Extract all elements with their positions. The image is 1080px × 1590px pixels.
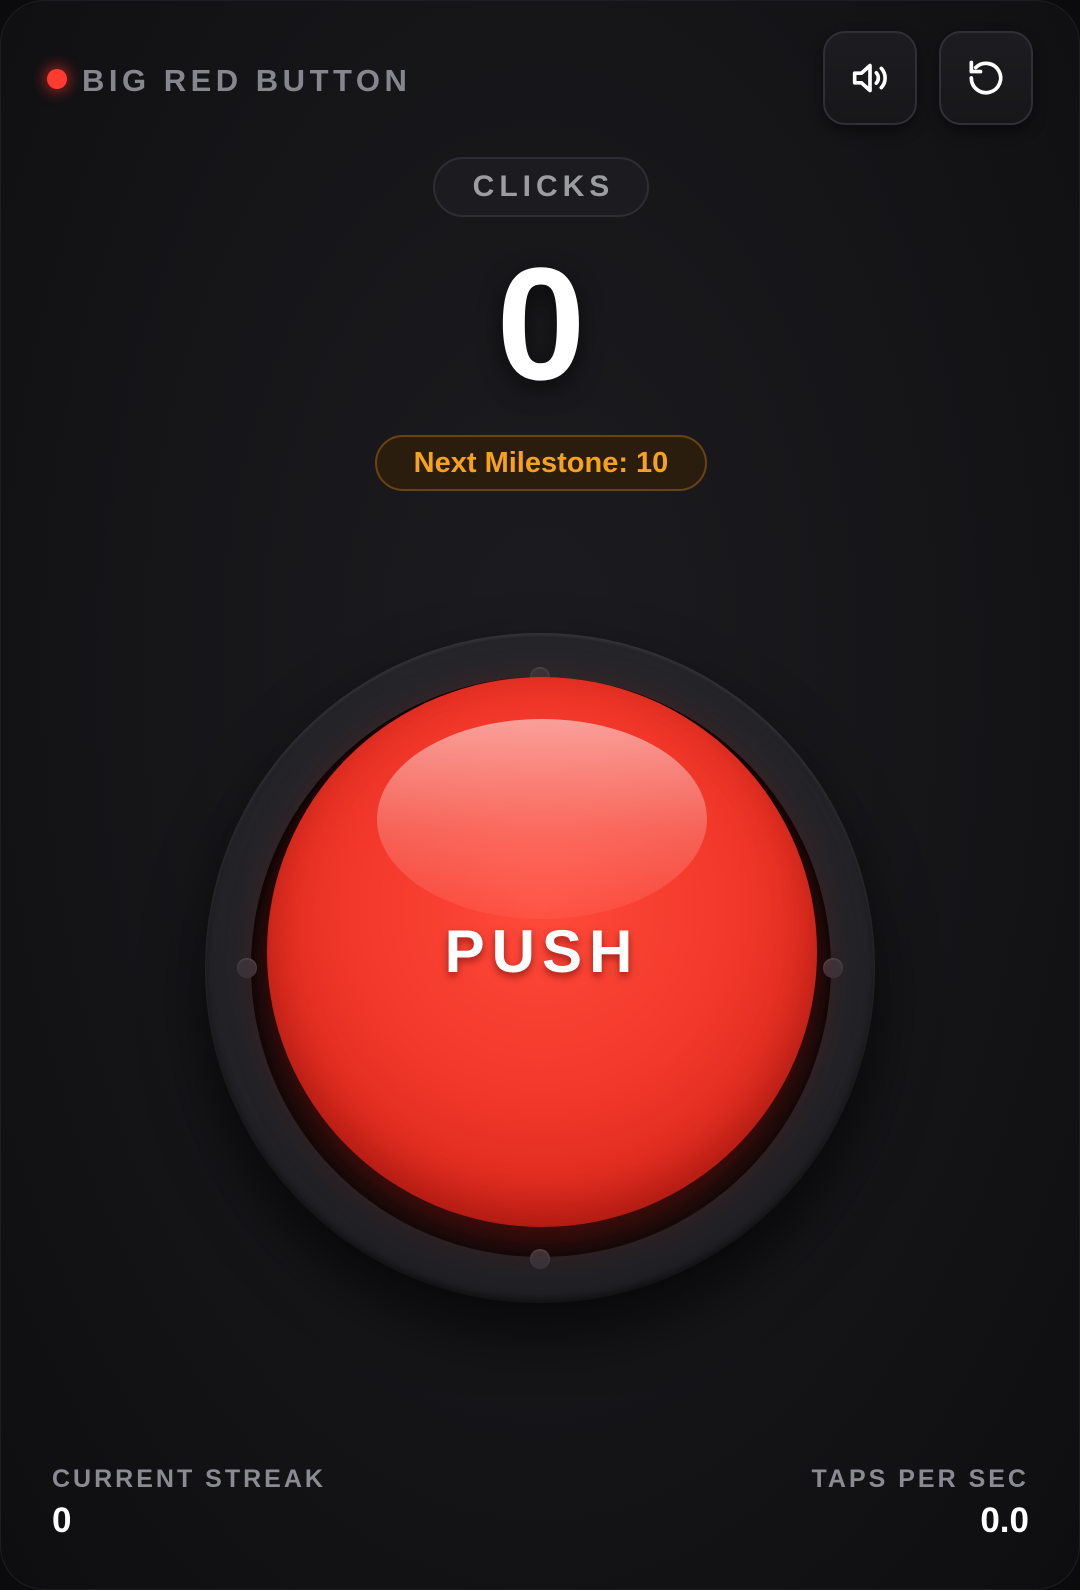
reset-rotate-icon [969, 60, 1003, 95]
app-title: BIG RED BUTTON [82, 63, 412, 98]
clicks-label: CLICKS [433, 157, 649, 217]
bezel-screw [530, 1249, 550, 1269]
push-button-label: PUSH [444, 918, 640, 985]
current-streak-value: 0 [52, 1501, 72, 1540]
bezel-screw [237, 958, 257, 978]
speaker-volume-icon [852, 63, 887, 93]
click-count: 0 [496, 234, 586, 413]
taps-per-sec-label: TAPS PER SEC [811, 1465, 1029, 1493]
taps-per-sec-value: 0.0 [980, 1501, 1029, 1540]
button-gloss [377, 719, 707, 919]
app-container: BIG RED BUTTON CLICKS 0 Next Milestone: … [0, 0, 1080, 1590]
push-button[interactable]: PUSH [267, 677, 817, 1227]
sound-toggle-button[interactable] [823, 31, 917, 125]
reset-button[interactable] [939, 31, 1033, 125]
current-streak-label: CURRENT STREAK [52, 1465, 326, 1493]
status-indicator [47, 69, 67, 89]
milestone-badge: Next Milestone: 10 [375, 435, 707, 491]
bezel-screw [823, 958, 843, 978]
